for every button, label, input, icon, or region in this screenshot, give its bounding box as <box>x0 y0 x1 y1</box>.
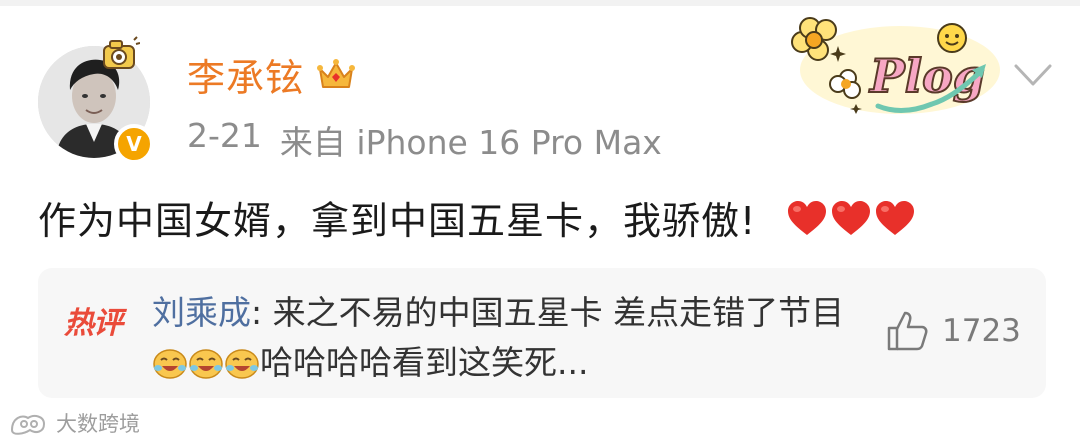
commenter-name[interactable]: 刘乘成 <box>152 293 251 332</box>
camera-sticker-icon <box>103 36 140 69</box>
crown-icon[interactable] <box>316 57 356 91</box>
hot-comment-card[interactable]: 热评 刘乘成: 来之不易的中国五星卡 差点走错了节目哈哈哈哈看到这笑死... 1… <box>38 268 1046 398</box>
comment-text-part2: 哈哈哈哈看到这笑死... <box>260 343 589 382</box>
hot-comment-text: 刘乘成: 来之不易的中国五星卡 差点走错了节目哈哈哈哈看到这笑死... <box>152 288 864 388</box>
heart-icon <box>832 200 871 235</box>
watermark-logo-icon <box>10 415 46 435</box>
heart-icon <box>876 200 915 235</box>
hearts-group <box>786 199 916 237</box>
comment-text-part1: 来之不易的中国五星卡 差点走错了节目 <box>262 293 845 332</box>
plog-text: Plog <box>868 49 985 103</box>
post-text: 作为中国女婿，拿到中国五星卡，我骄傲! <box>38 199 757 243</box>
top-divider <box>0 0 1080 6</box>
post-time: 2-21 <box>187 116 262 155</box>
chevron-down-icon[interactable] <box>1010 52 1056 98</box>
laughing-face-icon <box>153 349 187 379</box>
laughing-face-icon <box>225 349 259 379</box>
username[interactable]: 李承铉 <box>187 47 304 102</box>
username-row: 李承铉 <box>187 50 356 100</box>
post-meta: 2-21 来自 iPhone 16 Pro Max <box>187 116 662 164</box>
comment-like-button[interactable]: 1723 <box>884 308 1021 354</box>
hot-comment-badge: 热评 <box>64 306 123 341</box>
comment-separator: : <box>251 293 263 332</box>
plog-sticker: Plog <box>791 17 1000 114</box>
like-count: 1723 <box>942 313 1021 349</box>
verified-badge: V <box>114 124 154 164</box>
heart-icon <box>788 200 827 235</box>
watermark: 大数跨境 <box>8 408 140 438</box>
watermark-text: 大数跨境 <box>56 412 140 436</box>
thumbs-up-icon[interactable] <box>884 308 930 354</box>
post-source: 来自 iPhone 16 Pro Max <box>279 123 662 162</box>
post-body: 作为中国女婿，拿到中国五星卡，我骄傲! <box>38 190 916 245</box>
laughing-face-icon <box>189 349 223 379</box>
